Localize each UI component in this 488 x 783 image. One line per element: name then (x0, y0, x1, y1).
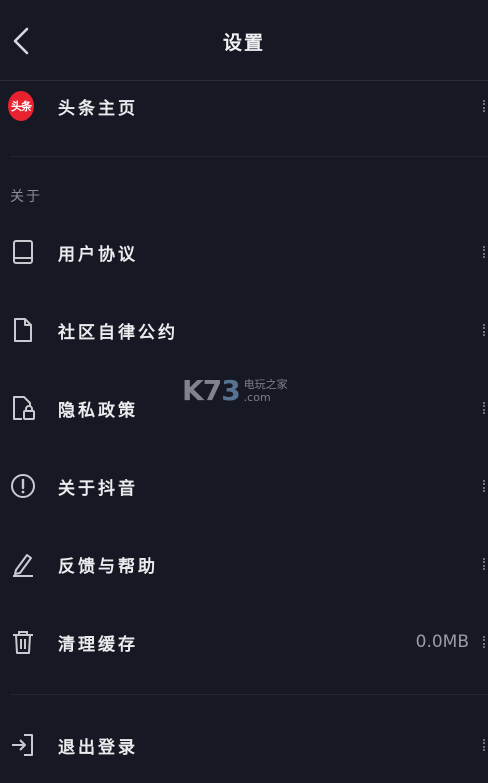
logout-item[interactable]: 退出登录 (0, 717, 488, 773)
book-icon (10, 239, 36, 265)
feedback-help-item[interactable]: 反馈与帮助 (0, 536, 488, 592)
trash-icon (10, 629, 36, 655)
toutiao-homepage-label: 头条主页 (58, 98, 138, 119)
settings-page: 设置 头条 头条主页 关于 用户协议 社区自律公约 隐私政策 关于抖音 反馈与帮… (0, 0, 488, 783)
watermark-brand: K73 (182, 374, 241, 407)
user-agreement-label: 用户协议 (58, 244, 138, 265)
community-convention-item[interactable]: 社区自律公约 (0, 302, 488, 358)
about-douyin-label: 关于抖音 (58, 478, 138, 499)
row-edge-marker (483, 100, 488, 112)
row-edge-marker (483, 739, 488, 751)
watermark-text: 电玩之家 .com (243, 377, 288, 404)
k73-watermark: K73 电玩之家 .com (182, 374, 288, 407)
feedback-help-label: 反馈与帮助 (58, 556, 158, 577)
community-convention-label: 社区自律公约 (58, 322, 178, 343)
section-title-about: 关于 (10, 189, 42, 205)
user-agreement-item[interactable]: 用户协议 (0, 224, 488, 280)
row-edge-marker (483, 402, 488, 414)
logout-icon (10, 732, 36, 758)
divider (10, 156, 488, 157)
about-douyin-item[interactable]: 关于抖音 (0, 458, 488, 514)
row-edge-marker (483, 558, 488, 570)
cache-size-value: 0.0MB (415, 632, 469, 652)
document-icon (10, 317, 36, 343)
privacy-policy-label: 隐私政策 (58, 400, 138, 421)
page-title: 设置 (222, 32, 265, 54)
clear-cache-label: 清理缓存 (58, 634, 138, 655)
header-bar: 设置 (0, 0, 488, 81)
info-circle-icon (10, 473, 36, 499)
toutiao-homepage-item[interactable]: 头条 头条主页 (0, 78, 488, 134)
toutiao-logo-icon: 头条 (8, 91, 34, 121)
logout-label: 退出登录 (58, 737, 138, 758)
row-edge-marker (483, 324, 488, 336)
divider (10, 694, 488, 695)
toutiao-logo-text: 头条 (8, 91, 34, 121)
row-edge-marker (483, 246, 488, 258)
row-edge-marker (483, 636, 488, 648)
pencil-icon (10, 551, 36, 577)
row-edge-marker (483, 480, 488, 492)
privacy-lock-icon (10, 395, 36, 421)
clear-cache-item[interactable]: 清理缓存 0.0MB (0, 614, 488, 670)
